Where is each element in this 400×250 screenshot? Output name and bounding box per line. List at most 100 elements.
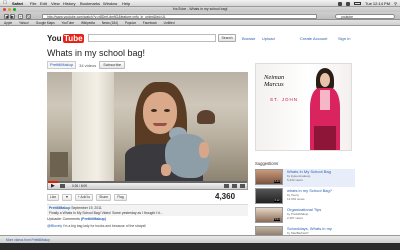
video-count: 34 videos [79, 62, 97, 68]
share-button[interactable]: Share [96, 193, 112, 201]
browse-link[interactable]: Browse [242, 36, 255, 41]
comment-item: @f8tovely I'm a big bag lady for books a… [47, 224, 146, 228]
video-frame-eye [164, 109, 170, 112]
play-icon[interactable]: ▶ [51, 183, 55, 189]
address-bar[interactable]: http://www.youtube.com/watch?v=x8Dmf-dmf… [42, 13, 317, 19]
channel-link[interactable]: PrettiiiMakup [47, 61, 77, 69]
video-frame-door [72, 72, 114, 182]
add-bookmark-button[interactable]: + [18, 13, 23, 19]
forward-button[interactable]: ▶ [10, 13, 15, 19]
menu-history[interactable]: History [63, 0, 75, 7]
apple-menu-icon[interactable]:  [3, 0, 7, 7]
view-count: 4,360 [215, 192, 236, 201]
video-frame-picture [50, 152, 68, 177]
time-display: 0:26 / 8:09 [72, 184, 88, 188]
suggestion-duration: 6:12 [274, 199, 281, 202]
suggestion-item[interactable]: 6:12 whats in my School Bag? by Teeny 12… [255, 188, 355, 206]
like-button[interactable]: Like [47, 193, 60, 201]
bookmark-item[interactable]: Facebook [143, 21, 157, 25]
suggestions-heading: Suggestions [255, 161, 279, 166]
suggestion-duration: 8:43 [274, 180, 281, 183]
bookmark-item[interactable]: YouTube [62, 21, 75, 25]
menu-view[interactable]: View [51, 0, 60, 7]
suggestion-item[interactable]: 8:43 Whats In My School Bag by kyleenmak… [255, 169, 355, 187]
menu-edit[interactable]: Edit [40, 0, 47, 7]
bookmark-item[interactable]: Untitled [164, 21, 175, 25]
add-to-button[interactable]: + Add to [74, 193, 94, 201]
menu-bookmarks[interactable]: Bookmarks [80, 0, 100, 7]
reload-button[interactable]: ↻ [26, 13, 31, 19]
menu-help[interactable]: Help [122, 0, 130, 7]
video-description: PrettiiiMakup September 19, 2011 Finally… [47, 204, 248, 216]
player-controls: ▶ 0:26 / 8:09 [47, 181, 248, 190]
ad-brand: Neiman Marcus [264, 74, 284, 88]
video-frame-hand [199, 142, 209, 158]
fullscreen-icon[interactable] [240, 184, 245, 188]
sign-in-link[interactable]: Sign In [338, 36, 350, 41]
youtube-search-button[interactable]: Search [218, 34, 236, 42]
video-frame-lamp [197, 110, 215, 124]
battery-icon[interactable] [354, 2, 362, 5]
create-account-link[interactable]: Create Account [300, 36, 327, 41]
comment-text: I'm a big bag lady for books and because… [63, 224, 147, 228]
description-date: September 19, 2011 [71, 206, 102, 210]
uploader-comments-label: Uploader Comments [47, 217, 80, 221]
description-text: Finally a Whats In My School Bag! Video!… [49, 210, 163, 215]
bookmark-item[interactable]: Apple [4, 21, 12, 25]
ad-brand-line2: Marcus [264, 81, 284, 88]
menu-app-name[interactable]: Safari [12, 0, 23, 7]
channel-row: PrettiiiMakup 34 videos Subscribe [47, 61, 126, 69]
youtube-search-input[interactable] [88, 34, 216, 42]
bookmark-item[interactable]: Wikipedia [81, 21, 95, 25]
uploader-comments-channel[interactable]: (PrettiiiMakup) [81, 217, 106, 221]
back-button[interactable]: ◀ [4, 13, 9, 19]
video-frame-mouth [153, 123, 167, 126]
ad-model-face [320, 73, 330, 87]
suggestion-views: 5,432 views [287, 178, 303, 182]
menu-window[interactable]: Window [103, 0, 117, 7]
dock [0, 243, 400, 250]
video-player[interactable] [47, 72, 248, 182]
more-videos-link[interactable]: More videos from PrettiiiMakup [6, 238, 50, 242]
suggestion-duration: 5:04 [274, 218, 281, 221]
browser-toolbar: ◀ ▶ + ↻ http://www.youtube.com/watch?v=x… [0, 12, 400, 20]
bookmark-item[interactable]: Yahoo! [19, 21, 29, 25]
bookmark-item[interactable]: Popular [125, 21, 136, 25]
ad-subtitle: ST. JOHN [270, 97, 299, 102]
spotlight-icon[interactable]: ⚲ [394, 0, 397, 7]
youtube-page: You Tube Search Browse Upload Create Acc… [0, 27, 400, 242]
logo-you: You [47, 33, 62, 43]
ad-model-skirt [314, 126, 336, 150]
window-title: YouTube - Whats in my school bag! [172, 7, 228, 11]
bookmarks-bar: Apple Yahoo! Google Maps YouTube Wikiped… [0, 20, 400, 26]
subscribe-button[interactable]: Subscribe [99, 61, 126, 69]
ad-brand-line1: Neiman [264, 74, 285, 81]
quality-icon[interactable] [224, 184, 229, 188]
description-uploader[interactable]: PrettiiiMakup [49, 206, 70, 210]
wifi-icon[interactable] [338, 1, 343, 6]
video-title: Whats in my school bag! [47, 48, 146, 58]
more-videos-strip: More videos from PrettiiiMakup [0, 235, 400, 243]
mac-menubar:  Safari File Edit View History Bookmark… [0, 0, 400, 7]
volume-icon[interactable] [346, 1, 351, 6]
ad-model-top [320, 90, 330, 110]
bookmark-item[interactable]: News (184) [102, 21, 118, 25]
suggestion-views: 2,287 views [287, 216, 303, 220]
volume-icon[interactable] [60, 184, 65, 188]
zoom-window-icon[interactable] [13, 8, 16, 11]
menubar-clock[interactable]: Tue 12:14 PM [365, 0, 390, 7]
bookmark-item[interactable]: Google Maps [36, 21, 55, 25]
dislike-button[interactable]: ▼ [62, 193, 72, 201]
upload-link[interactable]: Upload [262, 36, 275, 41]
youtube-logo[interactable]: You Tube [47, 33, 85, 43]
comment-user[interactable]: @f8tovely [47, 224, 62, 228]
close-window-icon[interactable] [3, 8, 6, 11]
browser-search-field[interactable]: youtube [335, 13, 395, 19]
advertisement[interactable]: Neiman Marcus ST. JOHN [255, 63, 352, 151]
flag-button[interactable]: Flag [114, 193, 127, 201]
minimize-window-icon[interactable] [8, 8, 11, 11]
expand-icon[interactable] [232, 184, 237, 188]
menu-file[interactable]: File [30, 0, 36, 7]
video-frame-eye [151, 109, 157, 112]
suggestion-item[interactable]: 5:04 Organizational Tips by PrettiiiMaku… [255, 207, 355, 225]
